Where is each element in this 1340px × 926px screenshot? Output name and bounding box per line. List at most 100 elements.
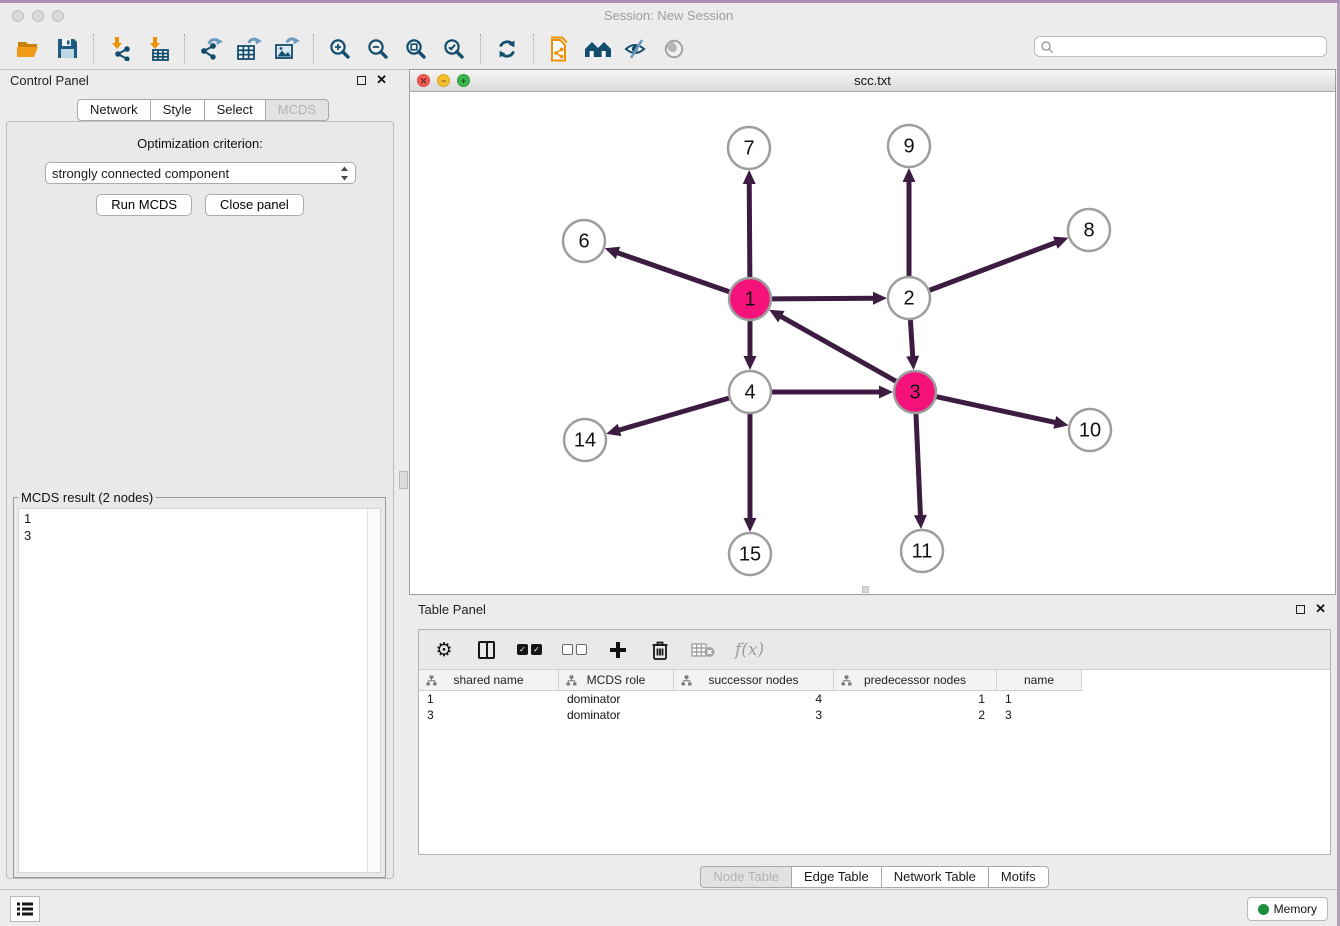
selected-criterion: strongly connected component (52, 166, 340, 181)
tab-node-table[interactable]: Node Table (700, 866, 792, 888)
zoom-selected-button[interactable] (435, 32, 473, 66)
checked-boxes-icon: ✓✓ (517, 644, 542, 655)
column-header-MCDS-role[interactable]: MCDS role (559, 670, 674, 690)
unchecked-boxes-icon (562, 644, 587, 655)
canvas-resize-handle[interactable] (862, 586, 869, 593)
result-scrollbar[interactable] (367, 509, 380, 872)
graph-edge[interactable] (616, 252, 729, 292)
mcds-result-box: MCDS result (2 nodes) 1 3 (13, 497, 386, 878)
tab-motifs[interactable]: Motifs (989, 866, 1049, 888)
graph-edge[interactable] (749, 182, 750, 277)
tab-edge-table[interactable]: Edge Table (792, 866, 882, 888)
float-table-panel-icon[interactable] (1296, 605, 1305, 614)
tab-select[interactable]: Select (205, 99, 266, 121)
mcds-result-area[interactable]: 1 3 (18, 508, 381, 873)
import-table-button[interactable] (139, 32, 177, 66)
graph-edge-arrow (1053, 237, 1068, 249)
graph-edge[interactable] (772, 298, 875, 299)
import-network-button[interactable] (101, 32, 139, 66)
column-header-name[interactable]: name (997, 670, 1082, 690)
eye-slash-icon (624, 38, 648, 60)
first-neighbors-button[interactable] (579, 32, 617, 66)
mcds-result-title: MCDS result (2 nodes) (18, 490, 156, 505)
toolbar-separator (93, 34, 94, 64)
column-header-successor-nodes[interactable]: successor nodes (674, 670, 834, 690)
fx-icon: f(x) (735, 640, 764, 660)
delete-column-button[interactable] (649, 637, 671, 663)
save-session-button[interactable] (48, 32, 86, 66)
global-search-field[interactable] (1034, 36, 1327, 57)
cell-successor-nodes[interactable]: 3 (674, 707, 834, 723)
network-canvas[interactable]: 7968124314101511 (410, 92, 1335, 594)
open-folder-icon (16, 38, 42, 60)
cell-MCDS-role[interactable]: dominator (559, 707, 674, 723)
export-table-button[interactable] (230, 32, 268, 66)
tab-style[interactable]: Style (151, 99, 205, 121)
open-file-button[interactable] (10, 32, 48, 66)
search-input[interactable] (1054, 38, 1326, 55)
graph-edge[interactable] (936, 397, 1056, 423)
cell-shared-name[interactable]: 3 (419, 707, 559, 723)
deselect-all-columns-button[interactable] (562, 637, 587, 663)
tab-network-table[interactable]: Network Table (882, 866, 989, 888)
toggle-panes-button[interactable] (475, 637, 497, 663)
zoom-fit-button[interactable] (397, 32, 435, 66)
column-header-shared-name[interactable]: shared name (419, 670, 559, 690)
zoom-out-button[interactable] (359, 32, 397, 66)
graph-edge[interactable] (618, 398, 729, 430)
control-panel-tabs: NetworkStyleSelectMCDS (77, 99, 329, 121)
cell-successor-nodes[interactable]: 4 (674, 691, 834, 707)
main-toolbar (0, 28, 1337, 70)
select-all-columns-button[interactable]: ✓✓ (517, 637, 542, 663)
table-header-row: shared nameMCDS rolesuccessor nodesprede… (419, 670, 1082, 691)
save-icon (57, 38, 78, 59)
network-window-titlebar[interactable]: ✕ − + scc.txt (410, 70, 1335, 92)
memory-label: Memory (1274, 902, 1317, 916)
double-home-icon (584, 38, 612, 60)
task-history-button[interactable] (10, 896, 40, 922)
tab-mcds[interactable]: MCDS (266, 99, 329, 121)
export-network-button[interactable] (192, 32, 230, 66)
column-header-predecessor-nodes[interactable]: predecessor nodes (834, 670, 997, 690)
toolbar-separator (184, 34, 185, 64)
float-panel-icon[interactable] (357, 76, 366, 85)
export-image-button[interactable] (268, 32, 306, 66)
add-column-button[interactable] (607, 637, 629, 663)
cell-name[interactable]: 3 (997, 707, 1082, 723)
memory-button[interactable]: Memory (1247, 897, 1328, 921)
graph-edge[interactable] (930, 242, 1058, 290)
clone-network-button[interactable] (541, 32, 579, 66)
tab-network[interactable]: Network (77, 99, 151, 121)
graph-edge-arrow (873, 292, 887, 305)
cell-predecessor-nodes[interactable]: 2 (834, 707, 997, 723)
table-row[interactable]: 1dominator411 (419, 691, 1082, 707)
table-panel-tabs: Node TableEdge TableNetwork TableMotifs (409, 866, 1340, 888)
cell-name[interactable]: 1 (997, 691, 1082, 707)
columns-icon (478, 641, 495, 659)
optimization-criterion-select[interactable]: strongly connected component (45, 162, 356, 184)
export-image-icon (274, 37, 300, 61)
close-table-panel-icon[interactable]: ✕ (1315, 604, 1326, 614)
control-panel: Control Panel ✕ NetworkStyleSelectMCDS O… (0, 71, 401, 891)
graph-edge[interactable] (780, 316, 896, 382)
close-panel-button[interactable]: Close panel (205, 194, 304, 216)
session-title: Session: New Session (0, 8, 1337, 23)
show-graphics-details-button[interactable] (655, 32, 693, 66)
table-row[interactable]: 3dominator323 (419, 707, 1082, 723)
cell-MCDS-role[interactable]: dominator (559, 691, 674, 707)
run-mcds-button[interactable]: Run MCDS (96, 194, 192, 216)
mcds-result-values: 1 3 (19, 509, 380, 545)
graph-node-label: 8 (1083, 219, 1094, 241)
panel-splitter-handle[interactable] (399, 471, 408, 489)
function-builder-button-disabled: f(x) (735, 637, 764, 663)
zoom-in-button[interactable] (321, 32, 359, 66)
close-panel-icon[interactable]: ✕ (376, 75, 387, 85)
refresh-button[interactable] (488, 32, 526, 66)
gear-icon: ⚙ (435, 639, 452, 661)
cell-shared-name[interactable]: 1 (419, 691, 559, 707)
graph-edge[interactable] (916, 414, 921, 517)
table-settings-button[interactable]: ⚙ (433, 637, 455, 663)
hide-selected-button[interactable] (617, 32, 655, 66)
graph-edge[interactable] (910, 320, 912, 358)
cell-predecessor-nodes[interactable]: 1 (834, 691, 997, 707)
